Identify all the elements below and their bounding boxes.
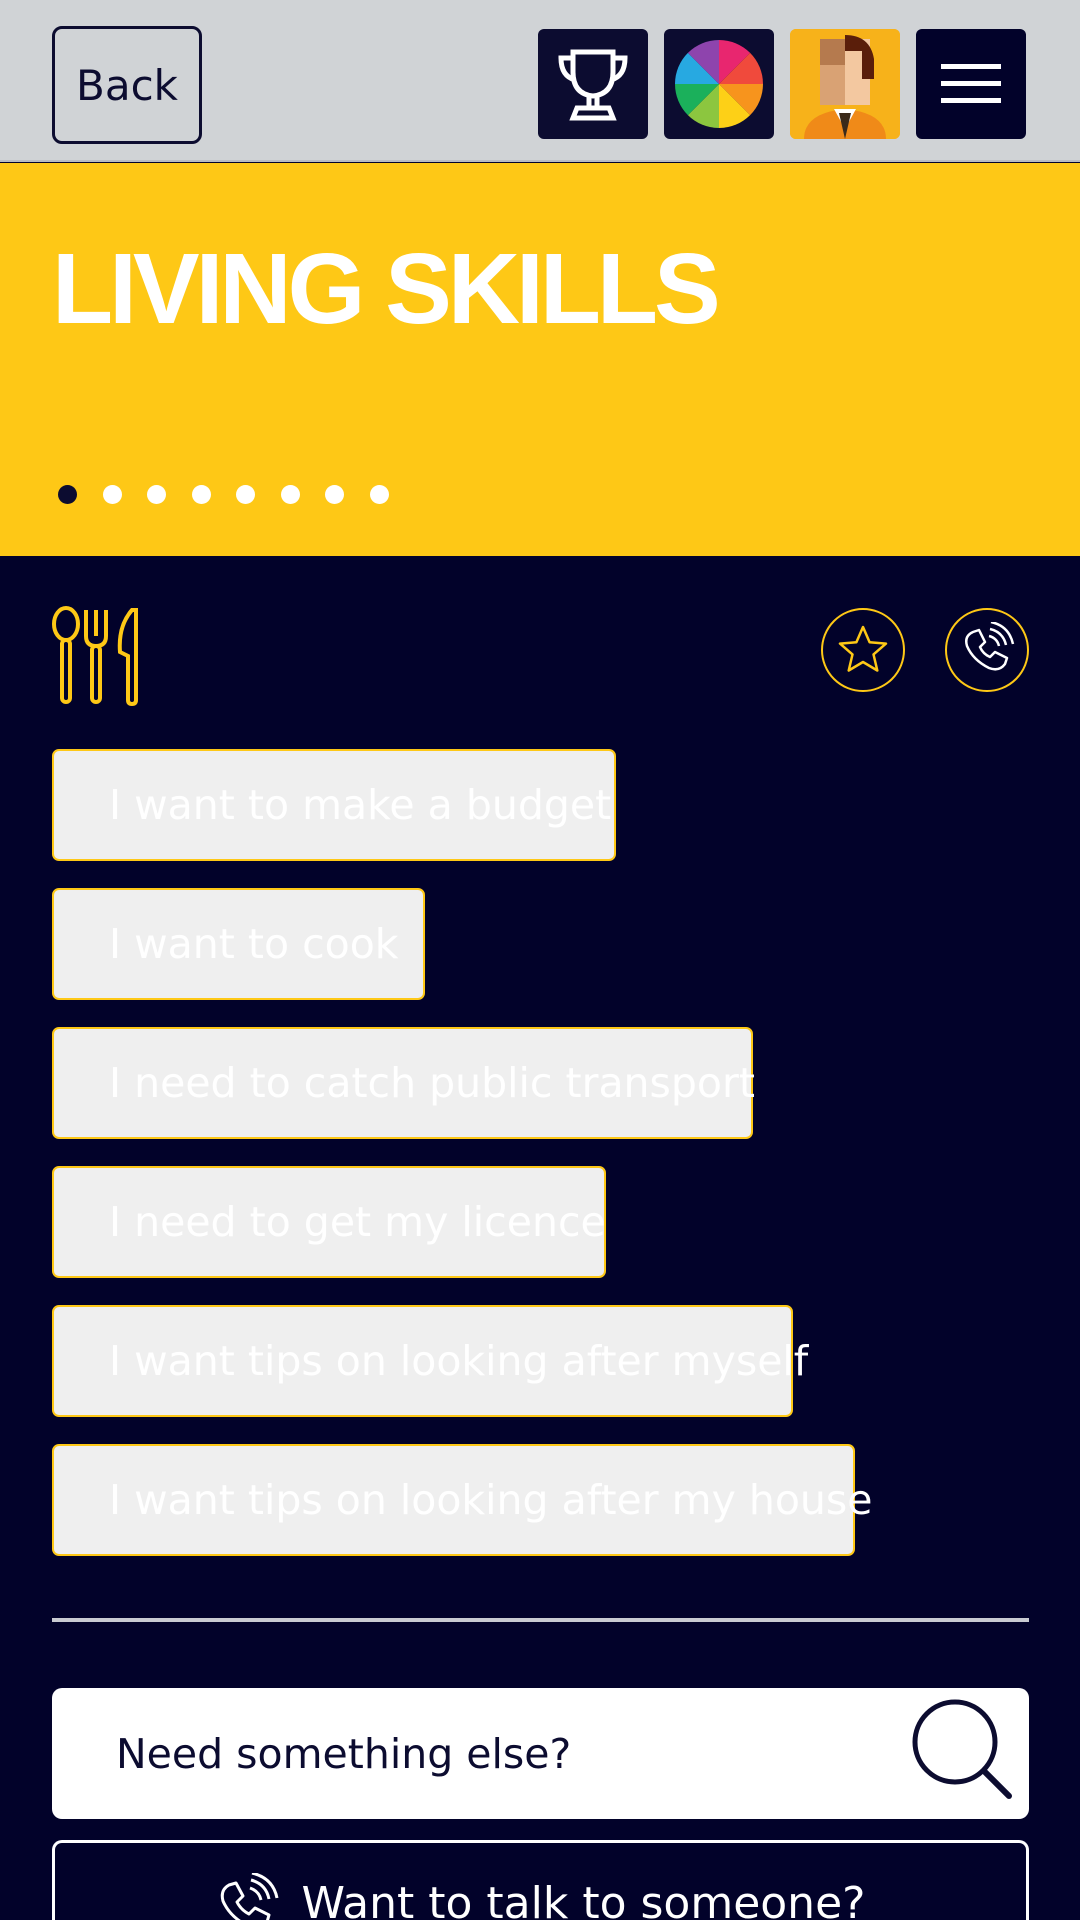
option-cook[interactable]: I want to cook <box>52 888 425 1000</box>
favourite-button[interactable] <box>821 608 905 692</box>
pager-dot[interactable] <box>236 485 255 504</box>
search-box[interactable]: Need something else? <box>52 1688 1029 1819</box>
phone-icon <box>965 622 1015 671</box>
call-button[interactable] <box>945 608 1029 692</box>
search-icon[interactable] <box>905 1696 1015 1806</box>
back-button[interactable]: Back <box>52 26 202 144</box>
trophy-icon <box>558 49 628 121</box>
pager-dot[interactable] <box>147 485 166 504</box>
carousel-pager <box>58 485 414 504</box>
option-make-budget[interactable]: I want to make a budget <box>52 749 616 861</box>
talk-button-label: Want to talk to someone? <box>301 1877 866 1920</box>
pager-dot[interactable] <box>191 485 211 504</box>
option-get-licence[interactable]: I need to get my licence <box>52 1166 606 1278</box>
page-title: LIVING SKILLS <box>52 233 721 345</box>
pager-dot[interactable] <box>369 485 389 504</box>
avatar-button[interactable] <box>790 29 900 139</box>
menu-icon <box>941 64 1001 103</box>
option-look-after-myself[interactable]: I want tips on looking after myself <box>52 1305 808 1417</box>
cutlery-icon <box>52 606 138 706</box>
star-icon <box>838 625 888 672</box>
pager-dot[interactable] <box>280 485 300 504</box>
talk-to-someone-button[interactable]: Want to talk to someone? <box>52 1840 1029 1920</box>
trophy-button[interactable] <box>538 29 648 139</box>
avatar-icon <box>790 29 900 139</box>
hero-banner: LIVING SKILLS <box>0 163 1080 556</box>
option-public-transport[interactable]: I need to catch public transport <box>52 1027 755 1139</box>
top-bar: Back <box>0 0 1080 162</box>
menu-button[interactable] <box>916 29 1026 139</box>
divider <box>52 1618 1029 1622</box>
colour-wheel-button[interactable] <box>664 29 774 139</box>
pager-dot[interactable] <box>58 485 77 504</box>
search-input[interactable]: Need something else? <box>116 1688 571 1819</box>
talk-button-content: Want to talk to someone? <box>215 1873 866 1920</box>
option-look-after-house[interactable]: I want tips on looking after my house <box>52 1444 873 1556</box>
pager-dot[interactable] <box>102 485 122 504</box>
colour-wheel-icon <box>675 40 763 128</box>
phone-icon <box>221 1873 279 1920</box>
pager-dot[interactable] <box>325 485 344 504</box>
